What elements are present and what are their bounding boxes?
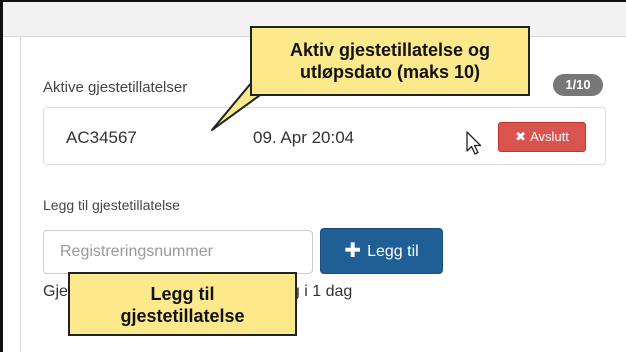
callout-line: Legg til bbox=[150, 284, 215, 304]
active-permits-title: Aktive gjestetillatelser bbox=[43, 79, 188, 96]
annotation-callout-add: Legg til gjestetillatelse bbox=[68, 272, 297, 336]
permit-count-badge: 1/10 bbox=[553, 74, 603, 96]
registration-number-input[interactable] bbox=[43, 230, 313, 274]
permit-row: AC34567 09. Apr 20:04 ✖ Avslutt bbox=[43, 107, 606, 165]
callout-line: Aktiv gjestetillatelse og bbox=[289, 40, 491, 60]
plus-icon: ✚ bbox=[344, 240, 362, 262]
times-icon: ✖ bbox=[515, 129, 527, 144]
add-permit-title: Legg til gjestetillatelse bbox=[43, 197, 180, 213]
permit-plate: AC34567 bbox=[66, 128, 137, 147]
end-permit-button[interactable]: ✖ Avslutt bbox=[498, 122, 586, 152]
end-permit-label: Avslutt bbox=[530, 129, 569, 144]
add-permit-label: Legg til bbox=[367, 243, 419, 260]
callout-line: utløpsdato (maks 10) bbox=[299, 62, 481, 82]
callout-line: gjestetillatelse bbox=[120, 306, 245, 326]
add-permit-button[interactable]: ✚ Legg til bbox=[320, 228, 443, 274]
annotation-callout-active: Aktiv gjestetillatelse og utløpsdato (ma… bbox=[250, 26, 530, 96]
mouse-pointer-icon bbox=[466, 131, 482, 155]
help-text-start: Gje bbox=[43, 283, 68, 300]
